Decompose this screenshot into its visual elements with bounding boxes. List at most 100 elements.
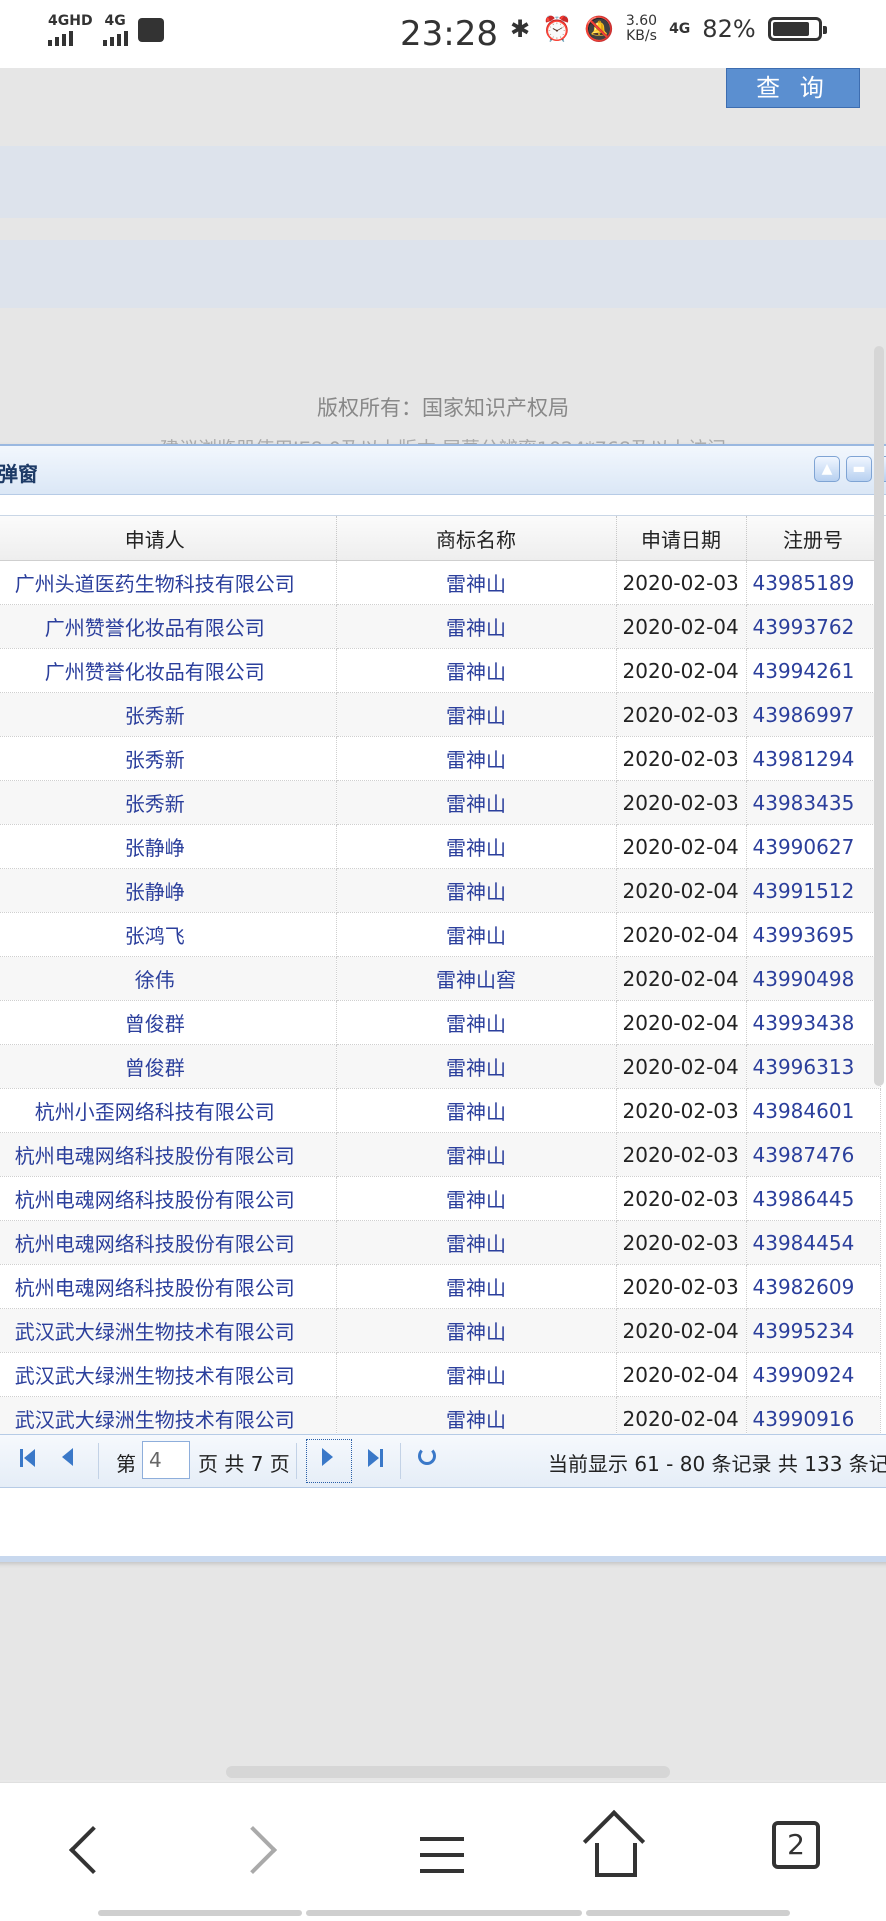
regno-cell[interactable]: 43993438 <box>746 1000 881 1045</box>
trademark-cell[interactable]: 雷神山 <box>336 604 617 649</box>
regno-cell[interactable]: 43984454 <box>746 1220 881 1265</box>
table-row[interactable]: 杭州电魂网络科技股份有限公司 雷神山 2020-02-03 43986445 <box>0 1176 881 1221</box>
regno-cell[interactable]: 43986997 <box>746 692 881 737</box>
regno-cell[interactable]: 43987476 <box>746 1132 881 1177</box>
popup-titlebar[interactable]: 弹窗 ▲ ▬ <box>0 446 886 495</box>
applicant-cell[interactable]: 张秀新 <box>0 736 337 781</box>
col-header-applicant[interactable]: 申请人 <box>0 516 337 561</box>
regno-cell[interactable]: 43990924 <box>746 1352 881 1397</box>
trademark-cell[interactable]: 雷神山 <box>336 1308 617 1353</box>
regno-cell[interactable]: 43981294 <box>746 736 881 781</box>
regno-cell[interactable]: 43982609 <box>746 1264 881 1309</box>
forward-button[interactable] <box>226 1813 306 1893</box>
applicant-cell[interactable]: 杭州电魂网络科技股份有限公司 <box>0 1264 337 1309</box>
trademark-cell[interactable]: 雷神山 <box>336 692 617 737</box>
regno-cell[interactable]: 43993762 <box>746 604 881 649</box>
divider <box>400 1443 401 1479</box>
table-row[interactable]: 广州赞誉化妆品有限公司 雷神山 2020-02-04 43994261 <box>0 648 881 693</box>
table-row[interactable]: 张秀新 雷神山 2020-02-03 43986997 <box>0 692 881 737</box>
table-row[interactable]: 杭州小歪网络科技有限公司 雷神山 2020-02-03 43984601 <box>0 1088 881 1133</box>
applicant-cell[interactable]: 曾俊群 <box>0 1044 337 1089</box>
applicant-cell[interactable]: 广州赞誉化妆品有限公司 <box>0 648 337 693</box>
next-page-button[interactable] <box>322 1448 333 1466</box>
horizontal-scrollbar[interactable] <box>226 1766 670 1778</box>
regno-cell[interactable]: 43990498 <box>746 956 881 1001</box>
table-row[interactable]: 武汉武大绿洲生物技术有限公司 雷神山 2020-02-04 43995234 <box>0 1308 881 1353</box>
applicant-cell[interactable]: 杭州小歪网络科技有限公司 <box>0 1088 337 1133</box>
table-row[interactable]: 曾俊群 雷神山 2020-02-04 43996313 <box>0 1044 881 1089</box>
table-row[interactable]: 杭州电魂网络科技股份有限公司 雷神山 2020-02-03 43987476 <box>0 1132 881 1177</box>
regno-cell[interactable]: 43993695 <box>746 912 881 957</box>
trademark-cell[interactable]: 雷神山 <box>336 1044 617 1089</box>
applicant-cell[interactable]: 曾俊群 <box>0 1000 337 1045</box>
collapse-button[interactable]: ▲ <box>814 456 840 482</box>
applicant-cell[interactable]: 杭州电魂网络科技股份有限公司 <box>0 1132 337 1177</box>
regno-cell[interactable]: 43984601 <box>746 1088 881 1133</box>
applicant-cell[interactable]: 武汉武大绿洲生物技术有限公司 <box>0 1352 337 1397</box>
applicant-cell[interactable]: 杭州电魂网络科技股份有限公司 <box>0 1176 337 1221</box>
applicant-cell[interactable]: 徐伟 <box>0 956 337 1001</box>
page-number-input[interactable] <box>142 1441 190 1479</box>
trademark-cell[interactable]: 雷神山 <box>336 1220 617 1265</box>
table-row[interactable]: 广州头道医药生物科技有限公司 雷神山 2020-02-03 43985189 <box>0 560 881 605</box>
trademark-cell[interactable]: 雷神山 <box>336 1132 617 1177</box>
table-row[interactable]: 张秀新 雷神山 2020-02-03 43983435 <box>0 780 881 825</box>
regno-cell[interactable]: 43991512 <box>746 868 881 913</box>
minimize-button[interactable]: ▬ <box>846 456 872 482</box>
prev-page-button[interactable] <box>62 1448 73 1466</box>
regno-cell[interactable]: 43994261 <box>746 648 881 693</box>
table-row[interactable]: 广州赞誉化妆品有限公司 雷神山 2020-02-04 43993762 <box>0 604 881 649</box>
regno-cell[interactable]: 43986445 <box>746 1176 881 1221</box>
col-header-trademark[interactable]: 商标名称 <box>336 516 617 561</box>
menu-button[interactable] <box>402 1813 482 1893</box>
table-row[interactable]: 张静峥 雷神山 2020-02-04 43990627 <box>0 824 881 869</box>
home-button[interactable] <box>580 1809 660 1893</box>
regno-cell[interactable]: 43996313 <box>746 1044 881 1089</box>
applicant-cell[interactable]: 张秀新 <box>0 692 337 737</box>
chevron-left-icon <box>68 1825 118 1875</box>
applicant-cell[interactable]: 武汉武大绿洲生物技术有限公司 <box>0 1308 337 1353</box>
regno-cell[interactable]: 43990627 <box>746 824 881 869</box>
vertical-scrollbar[interactable] <box>874 346 884 1086</box>
regno-cell[interactable]: 43995234 <box>746 1308 881 1353</box>
regno-cell[interactable]: 43983435 <box>746 780 881 825</box>
table-row[interactable]: 杭州电魂网络科技股份有限公司 雷神山 2020-02-03 43984454 <box>0 1220 881 1265</box>
tabs-button[interactable]: 2 <box>762 1813 842 1893</box>
trademark-cell[interactable]: 雷神山 <box>336 1000 617 1045</box>
table-row[interactable]: 杭州电魂网络科技股份有限公司 雷神山 2020-02-03 43982609 <box>0 1264 881 1309</box>
refresh-icon[interactable] <box>418 1447 436 1465</box>
applicant-cell[interactable]: 张静峥 <box>0 868 337 913</box>
trademark-cell[interactable]: 雷神山 <box>336 780 617 825</box>
date-cell: 2020-02-04 <box>616 824 747 869</box>
date-cell: 2020-02-03 <box>616 1176 747 1221</box>
trademark-cell[interactable]: 雷神山 <box>336 560 617 605</box>
query-button[interactable]: 查 询 <box>726 68 860 108</box>
col-header-date[interactable]: 申请日期 <box>616 516 747 561</box>
results-table: 申请人 商标名称 申请日期 注册号 广州头道医药生物科技有限公司 雷神山 2020-… <box>0 516 881 1441</box>
trademark-cell[interactable]: 雷神山 <box>336 1264 617 1309</box>
applicant-cell[interactable]: 广州赞誉化妆品有限公司 <box>0 604 337 649</box>
trademark-cell[interactable]: 雷神山 <box>336 868 617 913</box>
applicant-cell[interactable]: 张静峥 <box>0 824 337 869</box>
trademark-cell[interactable]: 雷神山 <box>336 1352 617 1397</box>
applicant-cell[interactable]: 张鸿飞 <box>0 912 337 957</box>
trademark-cell[interactable]: 雷神山 <box>336 1176 617 1221</box>
applicant-cell[interactable]: 广州头道医药生物科技有限公司 <box>0 560 337 605</box>
trademark-cell[interactable]: 雷神山 <box>336 736 617 781</box>
applicant-cell[interactable]: 杭州电魂网络科技股份有限公司 <box>0 1220 337 1265</box>
applicant-cell[interactable]: 张秀新 <box>0 780 337 825</box>
table-row[interactable]: 武汉武大绿洲生物技术有限公司 雷神山 2020-02-04 43990924 <box>0 1352 881 1397</box>
table-row[interactable]: 张鸿飞 雷神山 2020-02-04 43993695 <box>0 912 881 957</box>
col-header-regno[interactable]: 注册号 <box>746 516 881 561</box>
regno-cell[interactable]: 43985189 <box>746 560 881 605</box>
trademark-cell[interactable]: 雷神山 <box>336 648 617 693</box>
trademark-cell[interactable]: 雷神山 <box>336 912 617 957</box>
table-row[interactable]: 徐伟 雷神山窖 2020-02-04 43990498 <box>0 956 881 1001</box>
trademark-cell[interactable]: 雷神山 <box>336 1088 617 1133</box>
back-button[interactable] <box>46 1813 126 1893</box>
table-row[interactable]: 曾俊群 雷神山 2020-02-04 43993438 <box>0 1000 881 1045</box>
trademark-cell[interactable]: 雷神山窖 <box>336 956 617 1001</box>
trademark-cell[interactable]: 雷神山 <box>336 824 617 869</box>
table-row[interactable]: 张秀新 雷神山 2020-02-03 43981294 <box>0 736 881 781</box>
table-row[interactable]: 张静峥 雷神山 2020-02-04 43991512 <box>0 868 881 913</box>
